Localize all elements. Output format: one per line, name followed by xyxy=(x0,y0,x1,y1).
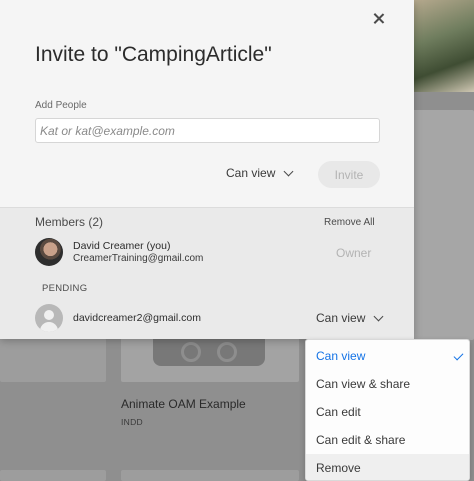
asset-card xyxy=(121,470,299,481)
close-icon[interactable] xyxy=(371,11,387,27)
dialog-title: Invite to "CampingArticle" xyxy=(35,43,272,66)
asset-card-title: Animate OAM Example xyxy=(121,397,246,411)
invite-dialog: Invite to "CampingArticle" Add People Ca… xyxy=(0,0,414,339)
asset-thumbnail-photo xyxy=(412,0,474,92)
asset-card xyxy=(0,338,106,382)
user-icon xyxy=(35,304,63,332)
menu-item-can-edit[interactable]: Can edit xyxy=(306,398,469,426)
member-name: David Creamer (you) xyxy=(73,240,171,252)
film-reel-icon xyxy=(153,338,265,366)
member-email: CreamerTraining@gmail.com xyxy=(73,253,204,264)
permission-dropdown[interactable]: Can view xyxy=(226,166,294,180)
chevron-down-icon xyxy=(373,311,384,321)
menu-item-label: Can view xyxy=(316,349,366,363)
pending-permission-label: Can view xyxy=(316,311,366,325)
menu-item-can-view-share[interactable]: Can view & share xyxy=(306,370,469,398)
checkmark-icon xyxy=(453,350,464,361)
menu-item-can-view[interactable]: Can view xyxy=(306,342,469,370)
member-role: Owner xyxy=(336,246,372,260)
pending-member-email: davidcreamer2@gmail.com xyxy=(73,312,201,324)
avatar xyxy=(35,238,63,266)
pending-heading: PENDING xyxy=(42,283,88,294)
asset-card-type: INDD xyxy=(121,417,143,427)
asset-card xyxy=(412,110,474,340)
asset-card xyxy=(0,470,106,481)
pending-permission-dropdown[interactable]: Can view xyxy=(316,311,384,325)
add-people-input[interactable] xyxy=(35,118,380,143)
permission-dropdown-label: Can view xyxy=(226,166,276,180)
invite-button[interactable]: Invite xyxy=(318,161,380,188)
remove-all-link[interactable]: Remove All xyxy=(324,217,375,228)
menu-item-remove[interactable]: Remove xyxy=(306,454,469,480)
add-people-label: Add People xyxy=(35,100,87,111)
members-heading: Members (2) xyxy=(35,215,104,229)
chevron-down-icon xyxy=(283,166,294,176)
menu-item-can-edit-share[interactable]: Can edit & share xyxy=(306,426,469,454)
permission-menu: Can view Can view & share Can edit Can e… xyxy=(305,339,470,481)
